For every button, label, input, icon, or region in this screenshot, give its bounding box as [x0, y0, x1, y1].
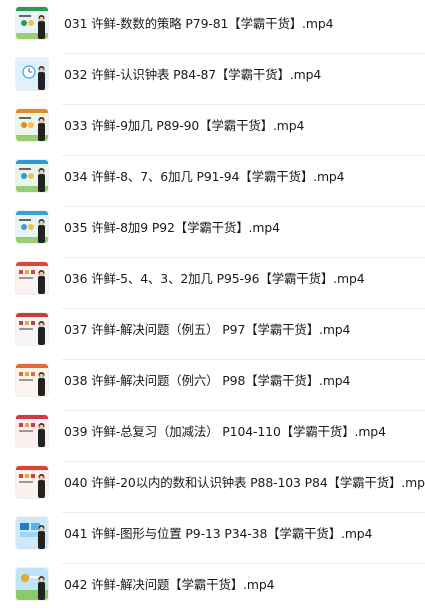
list-item[interactable]: 032 许鲜-认识钟表 P84-87【学霸干货】.mp4 [0, 54, 425, 105]
video-thumbnail [16, 364, 48, 396]
file-name: 034 许鲜-8、7、6加几 P91-94【学霸干货】.mp4 [64, 169, 345, 184]
video-thumbnail [16, 262, 48, 294]
list-item[interactable]: 036 许鲜-5、4、3、2加几 P95-96【学霸干货】.mp4 [0, 258, 425, 309]
list-item[interactable]: 034 许鲜-8、7、6加几 P91-94【学霸干货】.mp4 [0, 156, 425, 207]
video-thumbnail [16, 466, 48, 498]
file-name: 041 许鲜-图形与位置 P9-13 P34-38【学霸干货】.mp4 [64, 526, 373, 541]
list-item[interactable]: 038 许鲜-解决问题（例六） P98【学霸干货】.mp4 [0, 360, 425, 411]
list-item[interactable]: 031 许鲜-数数的策略 P79-81【学霸干货】.mp4 [0, 3, 425, 54]
file-name: 033 许鲜-9加几 P89-90【学霸干货】.mp4 [64, 118, 305, 133]
list-item[interactable]: 033 许鲜-9加几 P89-90【学霸干货】.mp4 [0, 105, 425, 156]
file-name: 037 许鲜-解决问题（例五） P97【学霸干货】.mp4 [64, 322, 351, 337]
video-thumbnail [16, 109, 48, 141]
file-name: 039 许鲜-总复习（加减法） P104-110【学霸干货】.mp4 [64, 424, 386, 439]
file-name: 032 许鲜-认识钟表 P84-87【学霸干货】.mp4 [64, 67, 322, 82]
list-item[interactable]: 042 许鲜-解决问题【学霸干货】.mp4 [0, 564, 425, 615]
list-item[interactable]: 041 许鲜-图形与位置 P9-13 P34-38【学霸干货】.mp4 [0, 513, 425, 564]
file-name: 042 许鲜-解决问题【学霸干货】.mp4 [64, 577, 275, 592]
video-thumbnail [16, 7, 48, 39]
video-thumbnail [16, 160, 48, 192]
file-list: 031 许鲜-数数的策略 P79-81【学霸干货】.mp4 032 许鲜-认识钟… [0, 0, 425, 608]
video-thumbnail [16, 415, 48, 447]
file-name: 040 许鲜-20以内的数和认识钟表 P88-103 P84【学霸干货】.mp4 [64, 475, 425, 490]
file-name: 035 许鲜-8加9 P92【学霸干货】.mp4 [64, 220, 280, 235]
list-item[interactable]: 035 许鲜-8加9 P92【学霸干货】.mp4 [0, 207, 425, 258]
video-thumbnail [16, 211, 48, 243]
file-name: 031 许鲜-数数的策略 P79-81【学霸干货】.mp4 [64, 16, 334, 31]
list-item[interactable]: 037 许鲜-解决问题（例五） P97【学霸干货】.mp4 [0, 309, 425, 360]
video-thumbnail [16, 568, 48, 600]
file-name: 036 许鲜-5、4、3、2加几 P95-96【学霸干货】.mp4 [64, 271, 365, 286]
video-thumbnail [16, 313, 48, 345]
file-name: 038 许鲜-解决问题（例六） P98【学霸干货】.mp4 [64, 373, 351, 388]
list-item[interactable]: 039 许鲜-总复习（加减法） P104-110【学霸干货】.mp4 [0, 411, 425, 462]
video-thumbnail [16, 517, 48, 549]
video-thumbnail [16, 58, 48, 90]
list-item[interactable]: 040 许鲜-20以内的数和认识钟表 P88-103 P84【学霸干货】.mp4 [0, 462, 425, 513]
